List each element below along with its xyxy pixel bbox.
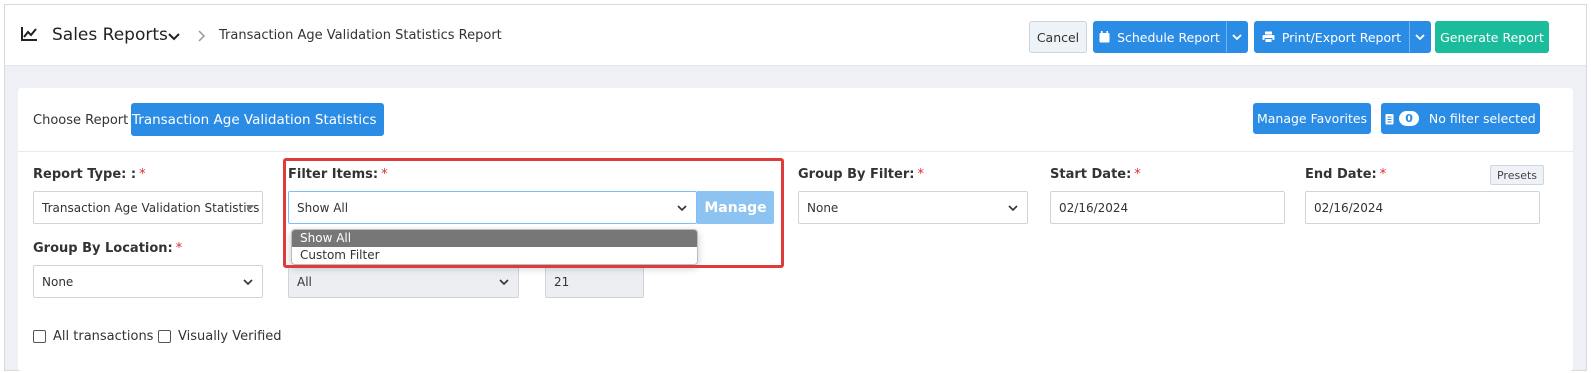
chevron-down-icon	[1232, 34, 1242, 41]
filter-status-label: No filter selected	[1428, 111, 1536, 126]
report-type-value: Transaction Age Validation Statistics	[42, 200, 260, 215]
secondary-select[interactable]: All	[288, 265, 519, 298]
report-type-label: Report Type: : *	[33, 167, 146, 182]
choose-report-label: Choose Report	[33, 113, 129, 128]
group-by-filter-select[interactable]: None	[798, 191, 1028, 224]
report-type-select[interactable]: Transaction Age Validation Statistics	[33, 191, 263, 224]
end-date-label: End Date: *	[1305, 167, 1387, 182]
chevron-down-icon	[1415, 34, 1425, 41]
report-panel: Choose Report Transaction Age Validation…	[18, 88, 1573, 371]
print-export-label: Print/Export Report	[1281, 29, 1402, 45]
filter-items-dropdown-list: Show All Custom Filter	[291, 229, 698, 265]
manage-filter-button[interactable]: Manage	[697, 191, 774, 224]
filter-items-label: Filter Items: *	[288, 167, 388, 182]
line-chart-icon	[21, 27, 37, 41]
caret-down-icon	[246, 205, 254, 210]
chevron-down-icon	[499, 279, 509, 286]
print-export-dropdown[interactable]	[1409, 21, 1431, 53]
all-transactions-checkbox[interactable]: All transactions	[33, 329, 153, 344]
group-by-filter-value: None	[807, 200, 839, 215]
filter-items-select[interactable]: Show All	[288, 191, 697, 224]
group-by-location-value: None	[42, 274, 74, 289]
presets-button[interactable]: Presets	[1490, 165, 1544, 185]
chevron-down-icon	[1008, 205, 1018, 212]
page-title: Sales Reports	[52, 25, 168, 45]
start-date-label: Start Date: *	[1050, 167, 1141, 182]
number-input-value: 21	[554, 274, 570, 289]
schedule-report-button[interactable]: Schedule Report	[1093, 21, 1226, 53]
clipboard-icon	[1385, 113, 1394, 124]
filter-items-value: Show All	[297, 200, 349, 215]
print-export-button[interactable]: Print/Export Report	[1254, 21, 1409, 53]
group-by-location-select[interactable]: None	[33, 265, 263, 298]
choose-report-value: Transaction Age Validation Statistics	[132, 111, 377, 128]
chevron-down-icon	[677, 205, 687, 212]
chevron-down-icon	[243, 279, 253, 286]
choose-report-dropdown[interactable]: Transaction Age Validation Statistics	[131, 103, 384, 136]
filter-status-button[interactable]: 0 No filter selected	[1381, 103, 1540, 134]
breadcrumb: Transaction Age Validation Statistics Re…	[219, 28, 502, 43]
end-date-input[interactable]: 02/16/2024	[1305, 191, 1540, 224]
cancel-button[interactable]: Cancel	[1029, 21, 1087, 53]
chevron-right-icon	[198, 30, 206, 42]
start-date-input[interactable]: 02/16/2024	[1050, 191, 1285, 224]
number-input[interactable]: 21	[545, 265, 644, 298]
calendar-icon	[1099, 31, 1110, 43]
schedule-report-label: Schedule Report	[1117, 29, 1220, 45]
top-bar: Sales Reports Transaction Age Validation…	[5, 5, 1586, 66]
divider	[18, 151, 1573, 152]
start-date-value: 02/16/2024	[1059, 200, 1129, 215]
checkbox-box[interactable]	[158, 330, 171, 343]
dropdown-option-custom-filter[interactable]: Custom Filter	[292, 247, 697, 264]
schedule-report-dropdown[interactable]	[1226, 21, 1248, 53]
app-frame: Sales Reports Transaction Age Validation…	[4, 4, 1587, 371]
end-date-value: 02/16/2024	[1314, 200, 1384, 215]
group-by-filter-label: Group By Filter: *	[798, 167, 924, 182]
group-by-location-label: Group By Location: *	[33, 241, 183, 256]
filter-count-badge: 0	[1399, 111, 1419, 126]
secondary-select-value: All	[297, 274, 312, 289]
manage-favorites-button[interactable]: Manage Favorites	[1253, 103, 1371, 134]
all-transactions-label: All transactions	[53, 329, 154, 344]
visually-verified-label: Visually Verified	[178, 329, 282, 344]
visually-verified-checkbox[interactable]: Visually Verified	[158, 329, 282, 344]
chevron-down-icon[interactable]	[167, 29, 181, 43]
dropdown-option-show-all[interactable]: Show All	[292, 230, 697, 247]
checkbox-box[interactable]	[33, 330, 46, 343]
generate-report-button[interactable]: Generate Report	[1435, 21, 1549, 53]
printer-icon	[1262, 31, 1275, 43]
